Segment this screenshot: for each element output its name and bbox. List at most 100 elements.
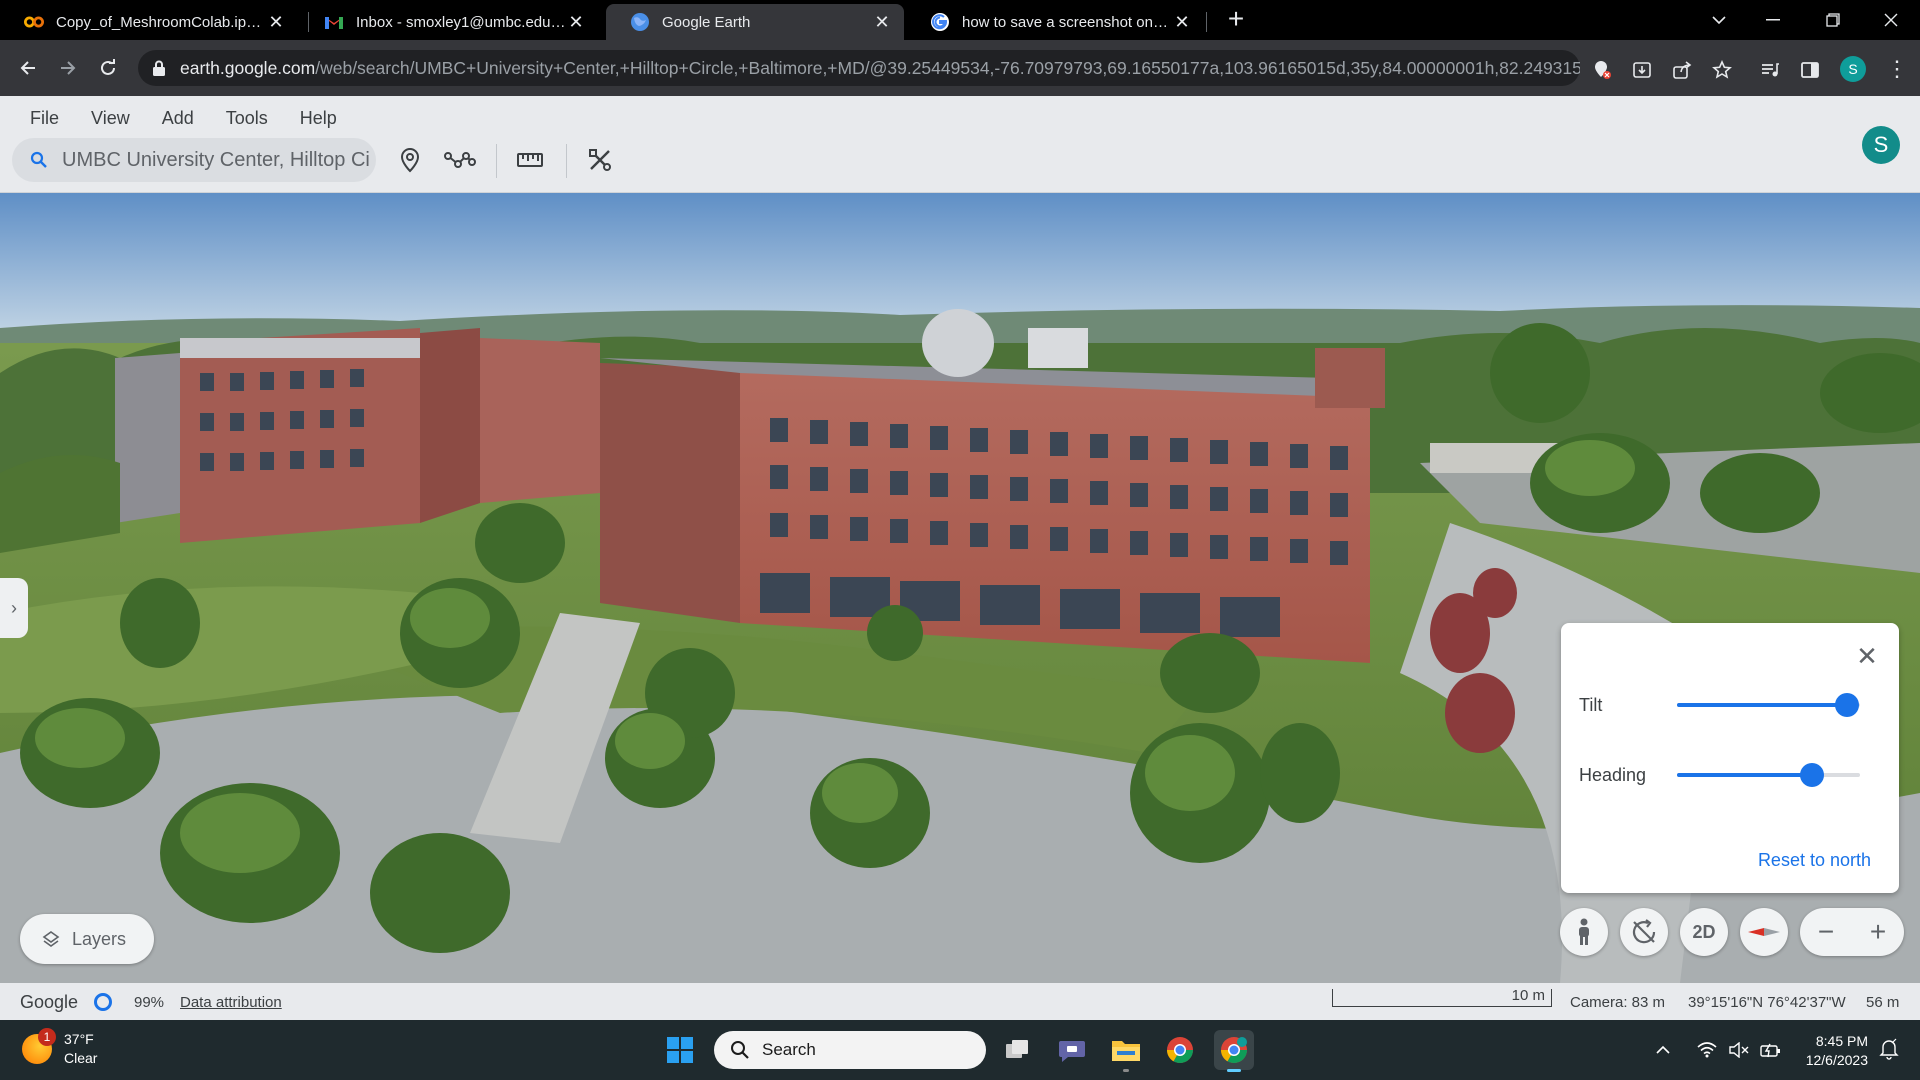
close-window-button[interactable]: [1868, 0, 1914, 40]
toggle-2d-button[interactable]: 2D: [1680, 908, 1728, 956]
coordinates: 39°15'16"N 76°42'37"W: [1688, 994, 1846, 1011]
tab-title: how to save a screenshot on win: [962, 13, 1172, 31]
weather-condition: Clear: [64, 1050, 98, 1066]
tab-separator: [1206, 12, 1207, 32]
location-blocked-icon[interactable]: [1590, 58, 1614, 82]
tilt-slider-fill: [1677, 703, 1847, 707]
menu-view[interactable]: View: [75, 102, 146, 135]
taskbar-search-label: Search: [762, 1040, 816, 1059]
reset-to-north-link[interactable]: Reset to north: [1758, 850, 1871, 871]
url-text: earth.google.com/web/search/UMBC+Univers…: [180, 58, 1580, 79]
wifi-icon[interactable]: [1692, 1035, 1722, 1065]
share-icon[interactable]: [1670, 58, 1694, 82]
data-attribution-link[interactable]: Data attribution: [180, 994, 282, 1011]
scale-bar[interactable]: 10 m: [1332, 987, 1552, 1007]
tab-google-search[interactable]: how to save a screenshot on win ✕: [906, 4, 1204, 40]
camera-altitude: Camera: 83 m: [1570, 994, 1666, 1011]
tilt-label: Tilt: [1579, 695, 1603, 715]
search-input[interactable]: [62, 148, 372, 172]
zoom-out-icon[interactable]: −: [1800, 908, 1852, 956]
tab-google-earth[interactable]: Google Earth ✕: [606, 4, 904, 40]
weather-temp: 37°F: [64, 1031, 94, 1047]
gmail-icon: [324, 12, 344, 32]
rotation-lock-icon[interactable]: [1620, 908, 1668, 956]
url-path: /web/search/UMBC+University+Center,+Hill…: [315, 57, 1580, 78]
tab-title: Google Earth: [662, 13, 751, 31]
menu-help[interactable]: Help: [284, 102, 353, 135]
notification-bell-icon[interactable]: [1878, 1038, 1902, 1062]
tab-gmail[interactable]: Inbox - smoxley1@umbc.edu - U ✕: [300, 4, 598, 40]
weather-moon-icon: 1: [22, 1028, 56, 1064]
compass-icon[interactable]: [1740, 908, 1788, 956]
forward-arrow-icon[interactable]: [52, 52, 84, 84]
pegman-icon[interactable]: [1560, 908, 1608, 956]
system-clock[interactable]: 8:45 PM 12/6/2023: [1780, 1032, 1868, 1070]
side-panel-icon[interactable]: [1798, 58, 1822, 82]
windows-start-icon[interactable]: [660, 1030, 700, 1070]
earth-menu-bar: File View Add Tools Help: [14, 102, 353, 135]
close-tab-icon[interactable]: ✕: [266, 12, 286, 33]
tab-title: Copy_of_MeshroomColab.ipynb: [56, 13, 266, 31]
draw-path-icon[interactable]: [444, 144, 476, 176]
heading-slider-thumb[interactable]: [1800, 763, 1824, 787]
system-tray: [1648, 1020, 1788, 1080]
colab-icon: [24, 12, 44, 32]
search-icon[interactable]: [30, 151, 48, 169]
add-placemark-icon[interactable]: [394, 144, 426, 176]
layers-button[interactable]: Layers: [20, 914, 154, 964]
loading-progress-icon: [94, 993, 112, 1011]
search-icon: [731, 1041, 749, 1059]
volume-muted-icon[interactable]: [1724, 1035, 1754, 1065]
earth-3d-view[interactable]: › Layers ✕ Tilt Heading Reset to north 2…: [0, 193, 1920, 983]
reload-icon[interactable]: [92, 52, 124, 84]
chrome-icon[interactable]: [1160, 1030, 1200, 1070]
zoom-controls: − +: [1800, 908, 1904, 956]
heading-slider[interactable]: [1677, 763, 1860, 787]
task-view-icon[interactable]: [998, 1030, 1038, 1070]
design-tools-icon[interactable]: [584, 144, 616, 176]
windows-taskbar: 1 37°F Clear Search 8:45 PM 12/6/2023: [0, 1020, 1920, 1080]
close-tab-icon[interactable]: ✕: [1172, 12, 1192, 33]
tilt-slider-thumb[interactable]: [1835, 693, 1859, 717]
clock-date: 12/6/2023: [1805, 1052, 1868, 1068]
browser-tab-strip: Copy_of_MeshroomColab.ipynb ✕ Inbox - sm…: [0, 0, 1920, 40]
file-explorer-icon[interactable]: [1106, 1030, 1146, 1072]
teams-chat-icon[interactable]: [1052, 1030, 1092, 1070]
toolbar-divider: [496, 144, 497, 178]
measure-ruler-icon[interactable]: [514, 144, 546, 176]
zoom-in-icon[interactable]: +: [1852, 908, 1904, 956]
chevron-up-icon[interactable]: [1648, 1035, 1678, 1065]
expand-sidebar-chevron-icon[interactable]: ›: [0, 578, 28, 638]
media-queue-icon[interactable]: [1758, 58, 1782, 82]
heading-slider-fill: [1677, 773, 1812, 777]
menu-add[interactable]: Add: [146, 102, 210, 135]
toggle-2d-label: 2D: [1692, 921, 1716, 942]
earth-search-box[interactable]: [12, 138, 376, 182]
close-icon[interactable]: ✕: [1855, 643, 1879, 669]
tilt-slider[interactable]: [1677, 693, 1860, 717]
weather-widget[interactable]: 1 37°F Clear: [22, 1028, 98, 1068]
restore-button[interactable]: [1810, 0, 1856, 40]
close-tab-icon[interactable]: ✕: [872, 12, 892, 33]
tab-colab[interactable]: Copy_of_MeshroomColab.ipynb ✕: [0, 4, 298, 40]
menu-file[interactable]: File: [14, 102, 75, 135]
menu-tools[interactable]: Tools: [210, 102, 284, 135]
tab-search-chevron-icon[interactable]: [1696, 0, 1742, 40]
layers-label: Layers: [72, 928, 127, 949]
minimize-button[interactable]: [1750, 0, 1796, 40]
profile-avatar[interactable]: S: [1840, 56, 1866, 82]
taskbar-search-box[interactable]: Search: [714, 1031, 986, 1069]
new-tab-button[interactable]: +: [1222, 5, 1250, 34]
back-arrow-icon[interactable]: [12, 52, 44, 84]
earth-account-avatar[interactable]: S: [1862, 126, 1900, 164]
bookmark-star-icon[interactable]: [1710, 58, 1734, 82]
close-tab-icon[interactable]: ✕: [566, 12, 586, 33]
address-bar[interactable]: earth.google.com/web/search/UMBC+Univers…: [138, 50, 1580, 86]
google-logo: Google: [20, 992, 79, 1012]
install-app-icon[interactable]: [1630, 58, 1654, 82]
chrome-profile-icon[interactable]: [1214, 1030, 1254, 1072]
camera-controls-panel: ✕ Tilt Heading Reset to north: [1561, 623, 1899, 893]
earth-status-bar: Google 99% Data attribution 10 m Camera:…: [0, 983, 1920, 1020]
loading-percent: 99%: [134, 994, 165, 1011]
browser-menu-icon[interactable]: ⋮: [1886, 54, 1908, 84]
